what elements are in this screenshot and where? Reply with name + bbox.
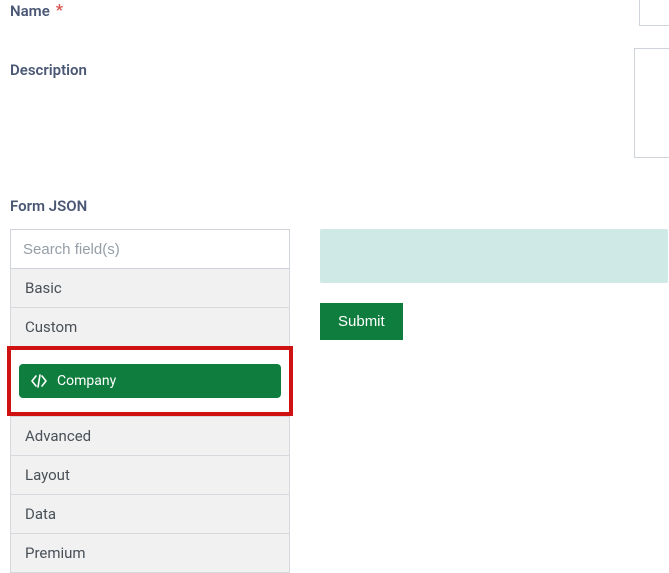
- panel-layout[interactable]: Layout: [11, 455, 289, 494]
- name-label: Name: [10, 2, 50, 20]
- description-row: Description: [0, 61, 669, 79]
- code-icon: [31, 374, 47, 388]
- company-component-label: Company: [57, 373, 116, 389]
- form-dropzone[interactable]: [320, 229, 668, 283]
- panel-custom-body: Company: [11, 346, 289, 416]
- components-sidebar: Basic Custom Company: [10, 229, 290, 573]
- panel-custom[interactable]: Custom: [11, 307, 289, 346]
- panel-premium[interactable]: Premium: [11, 533, 289, 572]
- description-input[interactable]: [634, 48, 669, 158]
- builder-container: Basic Custom Company: [0, 229, 669, 573]
- submit-button[interactable]: Submit: [320, 303, 403, 340]
- search-input[interactable]: [10, 229, 290, 269]
- required-asterisk-icon: *: [56, 0, 63, 19]
- panel-advanced[interactable]: Advanced: [11, 416, 289, 455]
- name-row: Name *: [0, 2, 669, 21]
- panel-list: Basic Custom Company: [10, 269, 290, 573]
- highlight-callout: Company: [7, 346, 293, 416]
- description-label: Description: [10, 61, 87, 79]
- company-component[interactable]: Company: [19, 364, 281, 398]
- panel-data[interactable]: Data: [11, 494, 289, 533]
- panel-basic[interactable]: Basic: [11, 269, 289, 307]
- form-canvas: Submit: [320, 229, 669, 573]
- name-input[interactable]: [639, 0, 669, 26]
- form-json-heading: Form JSON: [0, 197, 669, 215]
